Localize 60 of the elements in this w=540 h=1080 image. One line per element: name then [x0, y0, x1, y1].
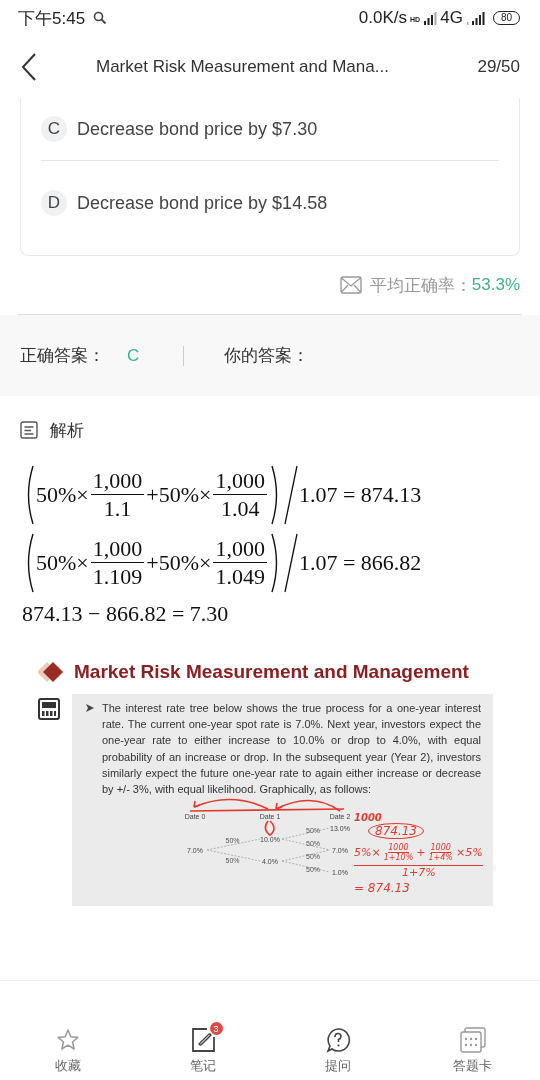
option-letter: D [41, 190, 67, 216]
note-edit-icon [189, 1027, 216, 1053]
handwritten-denominator: 1+10% [383, 853, 414, 862]
fraction-denominator: 1.1 [103, 494, 132, 523]
notification-badge: 3 [209, 1022, 223, 1035]
fraction-denominator: 1.109 [92, 562, 143, 591]
nav-tab[interactable]: 答题卡 [405, 1019, 540, 1075]
document-icon [20, 421, 38, 439]
mail-icon [339, 276, 362, 294]
formula-text: 874.13 − 866.82 = 7.30 [22, 601, 229, 627]
signal-icon [423, 11, 438, 25]
correct-answer-label: 正确答案： [20, 345, 105, 367]
formula-text: 1.07 = 866.82 [298, 550, 422, 576]
formula-text: 1.07 = 874.13 [298, 482, 422, 508]
back-button[interactable] [20, 52, 38, 82]
formula-text: 50%× [36, 550, 89, 576]
handwritten-note: = 874.13 [354, 881, 410, 895]
handwritten-note: 5%× [354, 846, 381, 859]
handwritten-numerator: 1000 [430, 843, 451, 853]
handwritten-note: 1000 [354, 812, 382, 823]
accuracy-label: 平均正确率： [369, 274, 472, 297]
formula-text: 50%× [36, 482, 89, 508]
handwritten-note: + [416, 846, 426, 859]
formula-text: +50%× [146, 482, 212, 508]
answer-card-icon [459, 1027, 486, 1053]
status-time: 下午5:45 [18, 7, 86, 30]
your-answer-label: 你的答案： [224, 345, 310, 367]
page-title: Market Risk Measurement and Mana... [96, 57, 390, 77]
option-text[interactable]: Decrease bond price by $7.30 [77, 118, 318, 140]
correct-answer: C [127, 345, 140, 366]
question-bubble-icon [324, 1027, 351, 1053]
fraction-numerator: 1,000 [213, 467, 267, 495]
division-slash-drawing [282, 532, 299, 594]
option-text[interactable]: Decrease bond price by $14.58 [77, 192, 328, 214]
slide-paragraph: The interest rate tree below shows the true process for a one-year interest rate. The current one-year spot rate is 7.0%. Next year, investors expect the one-year rate to either increase to 10.0% or drop to 4.0%, with equal probability of an increase or drop. In the subsequent year (Year 2), investors similarly expect the future one-year rate to again either increase or decrease by +/- 3%, with equal likelihood. Graphically, as follows: [102, 701, 481, 797]
bullet-arrow-icon [86, 704, 94, 712]
fraction-denominator: 1.04 [220, 494, 260, 523]
star-icon [54, 1027, 81, 1053]
option-letter: C [41, 116, 67, 142]
accuracy-value: 53.3% [471, 275, 520, 295]
handwritten-note: ×5% [455, 846, 483, 859]
network-speed: 0.0K/s [358, 8, 408, 28]
fraction-numerator: 1,000 [213, 535, 267, 563]
handwritten-denominator: 1+4% [428, 853, 453, 862]
handwritten-note: 1+7% [402, 866, 436, 879]
network-type: 4G [440, 8, 463, 28]
fraction-denominator: 1.049 [215, 562, 265, 591]
fraction-numerator: 1,000 [90, 535, 145, 563]
handwritten-numerator: 1000 [388, 843, 409, 853]
nav-tab[interactable]: 收藏 [0, 1019, 135, 1075]
slide-title: Market Risk Measurement and Management [74, 661, 469, 683]
fraction-numerator: 1,000 [90, 467, 145, 495]
analysis-title: 解析 [50, 419, 84, 442]
calculator-icon [38, 698, 60, 720]
nav-tab[interactable]: 3 笔记 [135, 1019, 270, 1075]
division-slash-drawing [282, 464, 299, 526]
signal-icon [465, 11, 486, 25]
search-icon [93, 11, 108, 25]
formula-text: +50%× [146, 550, 212, 576]
nav-tab[interactable]: 提问 [270, 1019, 405, 1075]
